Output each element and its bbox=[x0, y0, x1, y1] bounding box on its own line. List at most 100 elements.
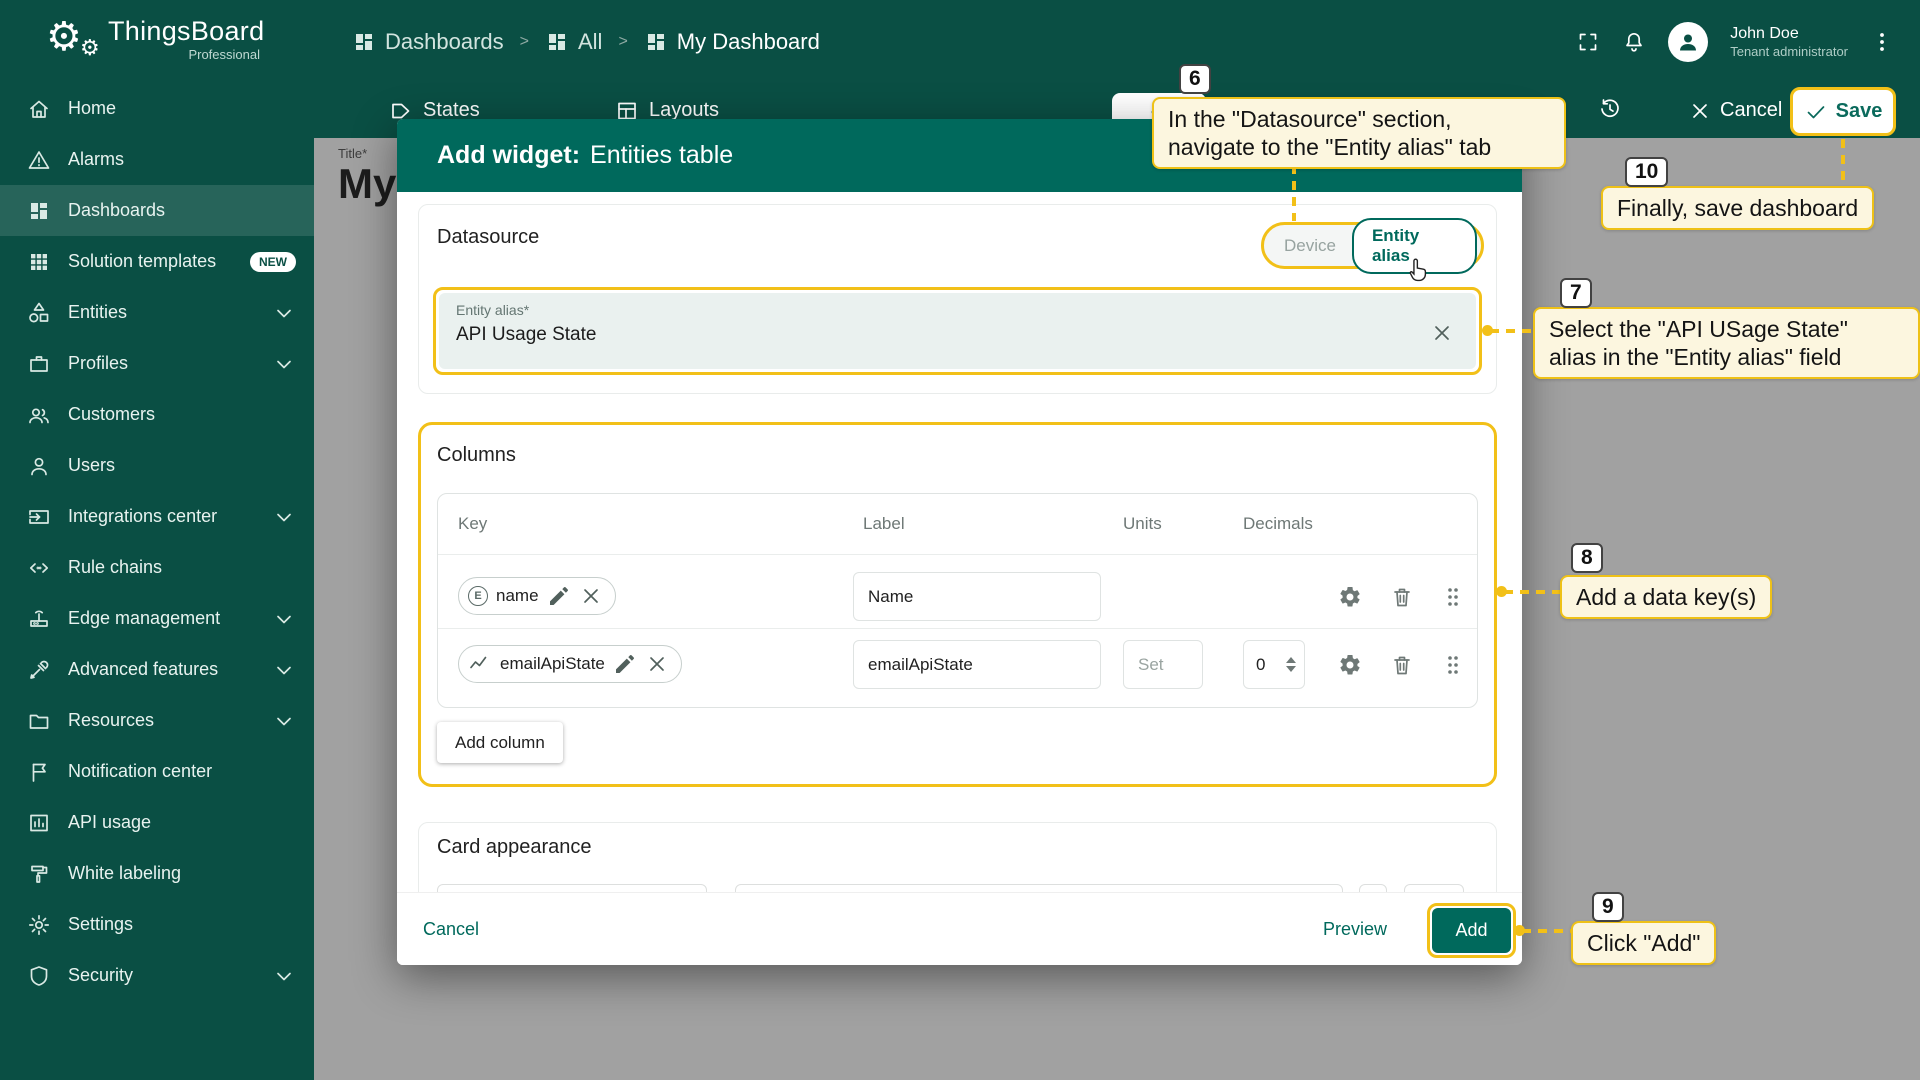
logo[interactable]: ⚙ ⚙ ThingsBoard Professional bbox=[0, 0, 314, 83]
save-label: Save bbox=[1836, 100, 1883, 123]
entities-icon bbox=[27, 301, 51, 325]
sidebar-item-security[interactable]: Security bbox=[0, 950, 314, 1001]
breadcrumb-label: All bbox=[578, 29, 602, 55]
toggle-device[interactable]: Device bbox=[1268, 236, 1352, 256]
dialog-add-button[interactable]: Add bbox=[1432, 908, 1511, 953]
history-icon[interactable] bbox=[1598, 97, 1622, 121]
decrement-icon[interactable] bbox=[1286, 666, 1296, 672]
sidebar-item-solution-templates[interactable]: Solution templates NEW bbox=[0, 236, 314, 287]
dialog-cancel-button[interactable]: Cancel bbox=[423, 893, 479, 965]
sidebar-item-resources[interactable]: Resources bbox=[0, 695, 314, 746]
data-key-name: emailApiState bbox=[500, 654, 605, 674]
breadcrumb-separator: > bbox=[520, 33, 529, 51]
kebab-menu-icon[interactable] bbox=[1870, 30, 1894, 54]
column-settings-gear-icon[interactable] bbox=[1338, 585, 1362, 609]
sidebar-item-dashboards[interactable]: Dashboards bbox=[0, 185, 314, 236]
toolbar-save-button[interactable]: Save bbox=[1790, 87, 1896, 136]
sidebar-item-profiles[interactable]: Profiles bbox=[0, 338, 314, 389]
delete-column-icon[interactable] bbox=[1390, 585, 1414, 609]
sidebar-item-edge-management[interactable]: Edge management bbox=[0, 593, 314, 644]
sidebar-item-label: Notification center bbox=[68, 761, 212, 782]
column-header-key: Key bbox=[458, 514, 487, 534]
annotation-connector bbox=[1490, 329, 1534, 333]
sidebar-item-customers[interactable]: Customers bbox=[0, 389, 314, 440]
chevron-down-icon bbox=[272, 301, 296, 325]
sidebar-item-api-usage[interactable]: API usage bbox=[0, 797, 314, 848]
column-label-input[interactable] bbox=[853, 572, 1101, 621]
drag-handle-icon[interactable] bbox=[1441, 585, 1465, 609]
home-icon bbox=[27, 97, 51, 121]
user-info[interactable]: John Doe Tenant administrator bbox=[1730, 24, 1848, 59]
increment-icon[interactable] bbox=[1286, 657, 1296, 663]
sidebar-item-rule-chains[interactable]: Rule chains bbox=[0, 542, 314, 593]
partial-field[interactable] bbox=[1404, 884, 1464, 892]
pointer-cursor-icon bbox=[1405, 256, 1431, 286]
sidebar-item-white-labeling[interactable]: White labeling bbox=[0, 848, 314, 899]
sidebar-item-label: Dashboards bbox=[68, 200, 165, 221]
fullscreen-icon[interactable] bbox=[1576, 30, 1600, 54]
breadcrumb-all[interactable]: All bbox=[545, 29, 602, 55]
sidebar-item-integrations-center[interactable]: Integrations center bbox=[0, 491, 314, 542]
column-header-decimals: Decimals bbox=[1243, 514, 1313, 534]
partial-field[interactable] bbox=[735, 884, 1343, 892]
data-key-chip[interactable]: emailApiState bbox=[458, 645, 682, 683]
user-avatar-icon bbox=[1676, 30, 1700, 54]
entity-alias-field-label: Entity alias* bbox=[456, 302, 529, 318]
profiles-icon bbox=[27, 352, 51, 376]
breadcrumb-dashboards[interactable]: Dashboards bbox=[352, 29, 504, 55]
chevron-down-icon bbox=[272, 607, 296, 631]
stepper-arrows[interactable] bbox=[1286, 657, 1296, 672]
entity-alias-field-highlight: Entity alias* API Usage State bbox=[433, 287, 1482, 375]
column-units-input[interactable] bbox=[1123, 640, 1203, 689]
edit-pencil-icon[interactable] bbox=[613, 652, 637, 676]
breadcrumb-separator: > bbox=[618, 33, 627, 51]
columns-section-label: Columns bbox=[437, 444, 516, 467]
clear-icon[interactable] bbox=[1430, 321, 1454, 345]
dialog-title: Entities table bbox=[590, 141, 733, 170]
sidebar-item-label: Home bbox=[68, 98, 116, 119]
annotation-text: navigate to the "Entity alias" tab bbox=[1168, 133, 1550, 161]
sidebar-item-home[interactable]: Home bbox=[0, 83, 314, 134]
remove-key-icon[interactable] bbox=[645, 652, 669, 676]
sidebar-item-notification-center[interactable]: Notification center bbox=[0, 746, 314, 797]
sidebar-item-alarms[interactable]: Alarms bbox=[0, 134, 314, 185]
sidebar-item-entities[interactable]: Entities bbox=[0, 287, 314, 338]
api-usage-icon bbox=[27, 811, 51, 835]
annotation-step-badge: 6 bbox=[1179, 64, 1211, 94]
partial-field[interactable] bbox=[1359, 884, 1387, 892]
column-decimals-stepper[interactable]: 0 bbox=[1243, 640, 1305, 689]
sidebar-item-users[interactable]: Users bbox=[0, 440, 314, 491]
partial-field[interactable] bbox=[437, 884, 707, 892]
notifications-bell-icon[interactable] bbox=[1622, 30, 1646, 54]
drag-handle-icon[interactable] bbox=[1441, 653, 1465, 677]
breadcrumb-my-dashboard[interactable]: My Dashboard bbox=[644, 29, 820, 55]
column-label-input[interactable] bbox=[853, 640, 1101, 689]
dialog-title-prefix: Add widget: bbox=[437, 141, 580, 170]
delete-column-icon[interactable] bbox=[1390, 653, 1414, 677]
settings-icon bbox=[27, 913, 51, 937]
annotation-connector bbox=[1841, 139, 1845, 185]
sidebar-item-settings[interactable]: Settings bbox=[0, 899, 314, 950]
divider bbox=[438, 554, 1477, 555]
avatar[interactable] bbox=[1668, 22, 1708, 62]
add-button-highlight: Add bbox=[1427, 903, 1516, 958]
sidebar-item-label: Security bbox=[68, 965, 133, 986]
app-name: ThingsBoard bbox=[108, 16, 264, 47]
sidebar-item-advanced-features[interactable]: Advanced features bbox=[0, 644, 314, 695]
close-icon bbox=[1688, 99, 1712, 123]
decimals-value: 0 bbox=[1256, 655, 1265, 675]
entity-alias-field[interactable]: Entity alias* API Usage State bbox=[439, 293, 1476, 369]
annotation-step-badge: 7 bbox=[1560, 278, 1592, 308]
logo-gear-icon: ⚙ bbox=[46, 14, 82, 60]
sidebar-item-label: Entities bbox=[68, 302, 127, 323]
add-column-button[interactable]: Add column bbox=[437, 722, 563, 763]
dialog-preview-button[interactable]: Preview bbox=[1323, 893, 1387, 965]
sidebar-item-label: Settings bbox=[68, 914, 133, 935]
data-key-chip[interactable]: E name bbox=[458, 577, 616, 615]
column-settings-gear-icon[interactable] bbox=[1338, 653, 1362, 677]
security-icon bbox=[27, 964, 51, 988]
edit-pencil-icon[interactable] bbox=[547, 584, 571, 608]
toolbar-cancel-button[interactable]: Cancel bbox=[1688, 83, 1782, 138]
annotation-text: Select the "API USage State" bbox=[1549, 315, 1904, 343]
remove-key-icon[interactable] bbox=[579, 584, 603, 608]
